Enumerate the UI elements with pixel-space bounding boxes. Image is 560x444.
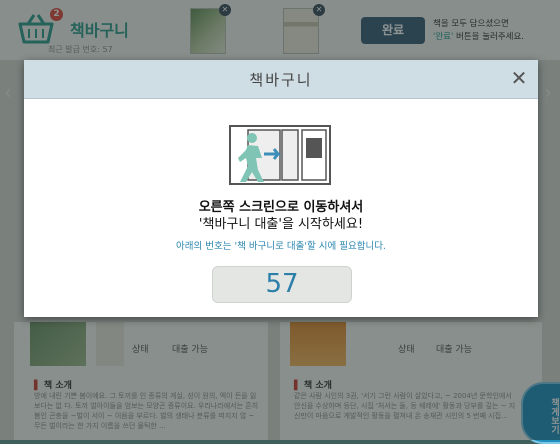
issue-number-box: 57 [212,266,352,303]
issue-number: 57 [265,269,299,299]
instruction-line-2: '책바구니 대출'을 시작하세요! [198,217,364,232]
modal-header: 책바구니 ✕ [24,60,538,99]
walk-to-screen-icon [216,120,346,188]
basket-modal: 책바구니 ✕ 오른쪽 스크린으로 이동하셔서 '책바구니 대출'을 시작하세요!… [24,60,538,317]
close-icon[interactable]: ✕ [508,66,530,90]
modal-title: 책바구니 [249,71,313,89]
number-note: 아래의 번호는 '책 바구니로 대출'할 시에 필요합니다. [176,241,386,252]
